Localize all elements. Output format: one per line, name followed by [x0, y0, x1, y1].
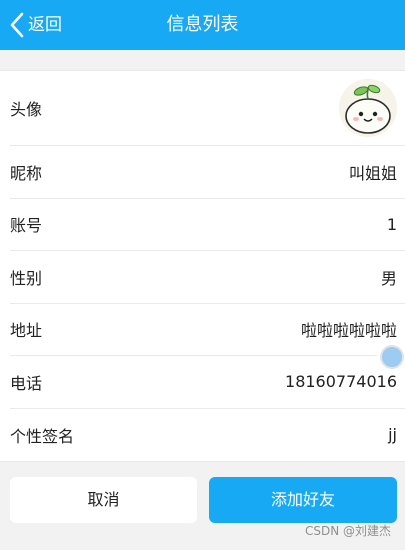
list-item-gender[interactable]: 性别 男 — [10, 251, 405, 304]
row-value: 叫姐姐 — [348, 163, 397, 183]
cancel-button[interactable]: 取消 — [10, 477, 197, 523]
friend-info-page: 返回 信息列表 头像 昵称 叫姐姐 账号 1 性别 男 地址 啦啦啦啦啦啦 电话… — [0, 0, 405, 550]
row-value: 男 — [380, 268, 397, 288]
row-value: 1 — [386, 214, 397, 234]
row-value: 啦啦啦啦啦啦 — [300, 321, 397, 341]
avatar — [339, 79, 397, 137]
watermark: CSDN @刘建杰 — [304, 524, 391, 538]
list-item-phone[interactable]: 电话 18160774016 — [10, 356, 405, 409]
row-label: 账号 — [10, 216, 43, 236]
info-list: 头像 昵称 叫姐姐 账号 1 性别 男 地址 啦啦啦啦啦啦 电话 1816077… — [0, 70, 405, 462]
list-item-address[interactable]: 地址 啦啦啦啦啦啦 — [10, 304, 405, 356]
list-item-avatar[interactable]: 头像 — [10, 71, 405, 146]
row-label: 性别 — [10, 268, 43, 288]
row-value: jj — [388, 425, 397, 445]
list-item-nickname[interactable]: 昵称 叫姐姐 — [10, 146, 405, 199]
row-label: 地址 — [10, 321, 43, 341]
row-label: 头像 — [10, 100, 43, 119]
top-bar: 返回 信息列表 — [0, 0, 405, 50]
row-value: 18160774016 — [285, 372, 397, 392]
row-label: 电话 — [10, 373, 43, 393]
floating-assistive-button[interactable] — [380, 345, 404, 369]
row-label: 个性签名 — [10, 426, 75, 446]
row-label: 昵称 — [10, 163, 43, 183]
list-item-account[interactable]: 账号 1 — [10, 199, 405, 251]
add-friend-button[interactable]: 添加好友 — [209, 477, 397, 523]
page-title: 信息列表 — [166, 14, 239, 35]
list-item-signature[interactable]: 个性签名 jj — [10, 409, 405, 462]
